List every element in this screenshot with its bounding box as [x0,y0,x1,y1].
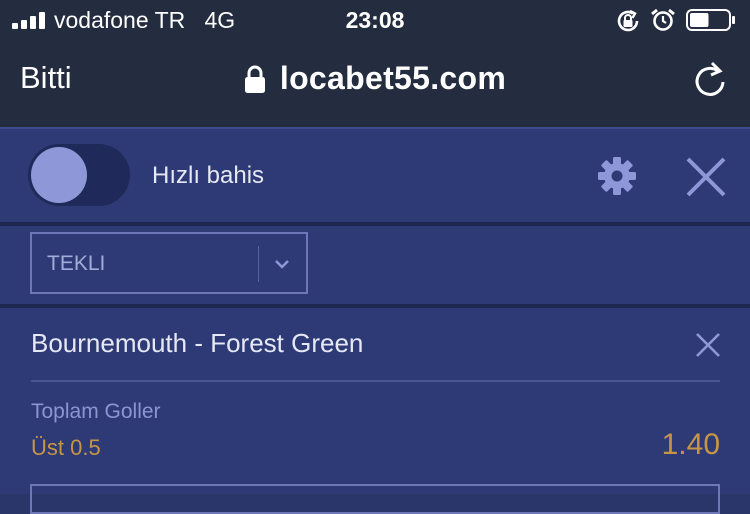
reload-icon[interactable] [692,60,728,100]
chevron-down-icon [275,260,289,269]
alarm-icon [651,8,675,31]
odds-value: 1.40 [661,428,720,461]
battery-icon [686,9,735,31]
quick-bet-toggle[interactable] [28,144,130,206]
select-separator [258,246,259,282]
toggle-knob [31,147,87,203]
bet-divider [31,380,720,382]
url-text: locabet55.com [279,60,507,96]
match-title: Bournemouth - Forest Green [31,328,364,358]
selection-name: Üst 0.5 [31,435,101,460]
quick-bet-label: Hızlı bahis [152,162,265,189]
lock-icon [244,65,265,93]
gear-icon[interactable] [596,155,638,197]
browser-chrome: vodafone TR 4G 23:08 Bitti locabet55.com [0,0,750,127]
market-name: Toplam Goller [31,400,161,423]
status-bar: vodafone TR 4G 23:08 [0,0,750,42]
bet-type-select[interactable]: TEKLI [30,232,308,294]
bet-type-value: TEKLI [47,252,106,275]
address-field[interactable]: locabet55.com [0,60,750,97]
close-icon[interactable] [684,155,728,199]
remove-bet-icon[interactable] [694,331,722,359]
bet-type-row: TEKLI [0,226,750,304]
bet-card: Bournemouth - Forest Green Toplam Goller… [0,308,750,514]
quick-bet-row: Hızlı bahis [0,127,750,222]
rotation-lock-icon [617,9,639,32]
url-bar: Bitti locabet55.com [0,42,750,127]
stake-input[interactable] [30,484,720,514]
